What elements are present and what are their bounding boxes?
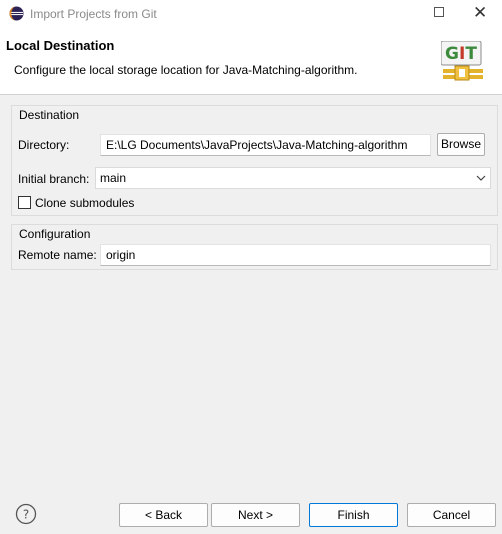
directory-label: Directory: xyxy=(18,138,70,152)
remote-name-label: Remote name: xyxy=(18,248,97,262)
initial-branch-value: main xyxy=(100,171,127,185)
page-description: Configure the local storage location for… xyxy=(14,63,358,77)
browse-button[interactable]: Browse xyxy=(437,133,485,156)
clone-submodules-label: Clone submodules xyxy=(35,196,135,210)
wizard-banner: Local Destination Configure the local st… xyxy=(0,28,502,95)
close-icon[interactable]: ✕ xyxy=(473,3,487,23)
window-title: Import Projects from Git xyxy=(30,7,157,21)
clone-submodules-checkbox[interactable] xyxy=(18,196,31,209)
remote-name-input[interactable]: origin xyxy=(100,244,491,266)
initial-branch-select[interactable]: main xyxy=(95,167,491,189)
back-button[interactable]: < Back xyxy=(119,503,208,527)
finish-button[interactable]: Finish xyxy=(309,503,398,527)
svg-text:?: ? xyxy=(23,508,29,522)
initial-branch-label: Initial branch: xyxy=(18,172,90,186)
page-title: Local Destination xyxy=(6,38,115,53)
svg-text:GIT: GIT xyxy=(445,44,477,64)
configuration-group-label: Configuration xyxy=(19,227,91,241)
directory-input[interactable]: E:\LG Documents\JavaProjects\Java-Matchi… xyxy=(100,134,431,156)
git-logo-icon: GIT xyxy=(441,41,483,81)
maximize-icon[interactable] xyxy=(434,7,444,17)
next-button[interactable]: Next > xyxy=(211,503,300,527)
help-icon[interactable]: ? xyxy=(15,503,37,525)
cancel-button[interactable]: Cancel xyxy=(407,503,496,527)
title-bar: Import Projects from Git ✕ xyxy=(0,0,502,28)
eclipse-icon xyxy=(9,6,24,21)
chevron-down-icon xyxy=(476,175,486,181)
destination-group-label: Destination xyxy=(19,108,80,122)
